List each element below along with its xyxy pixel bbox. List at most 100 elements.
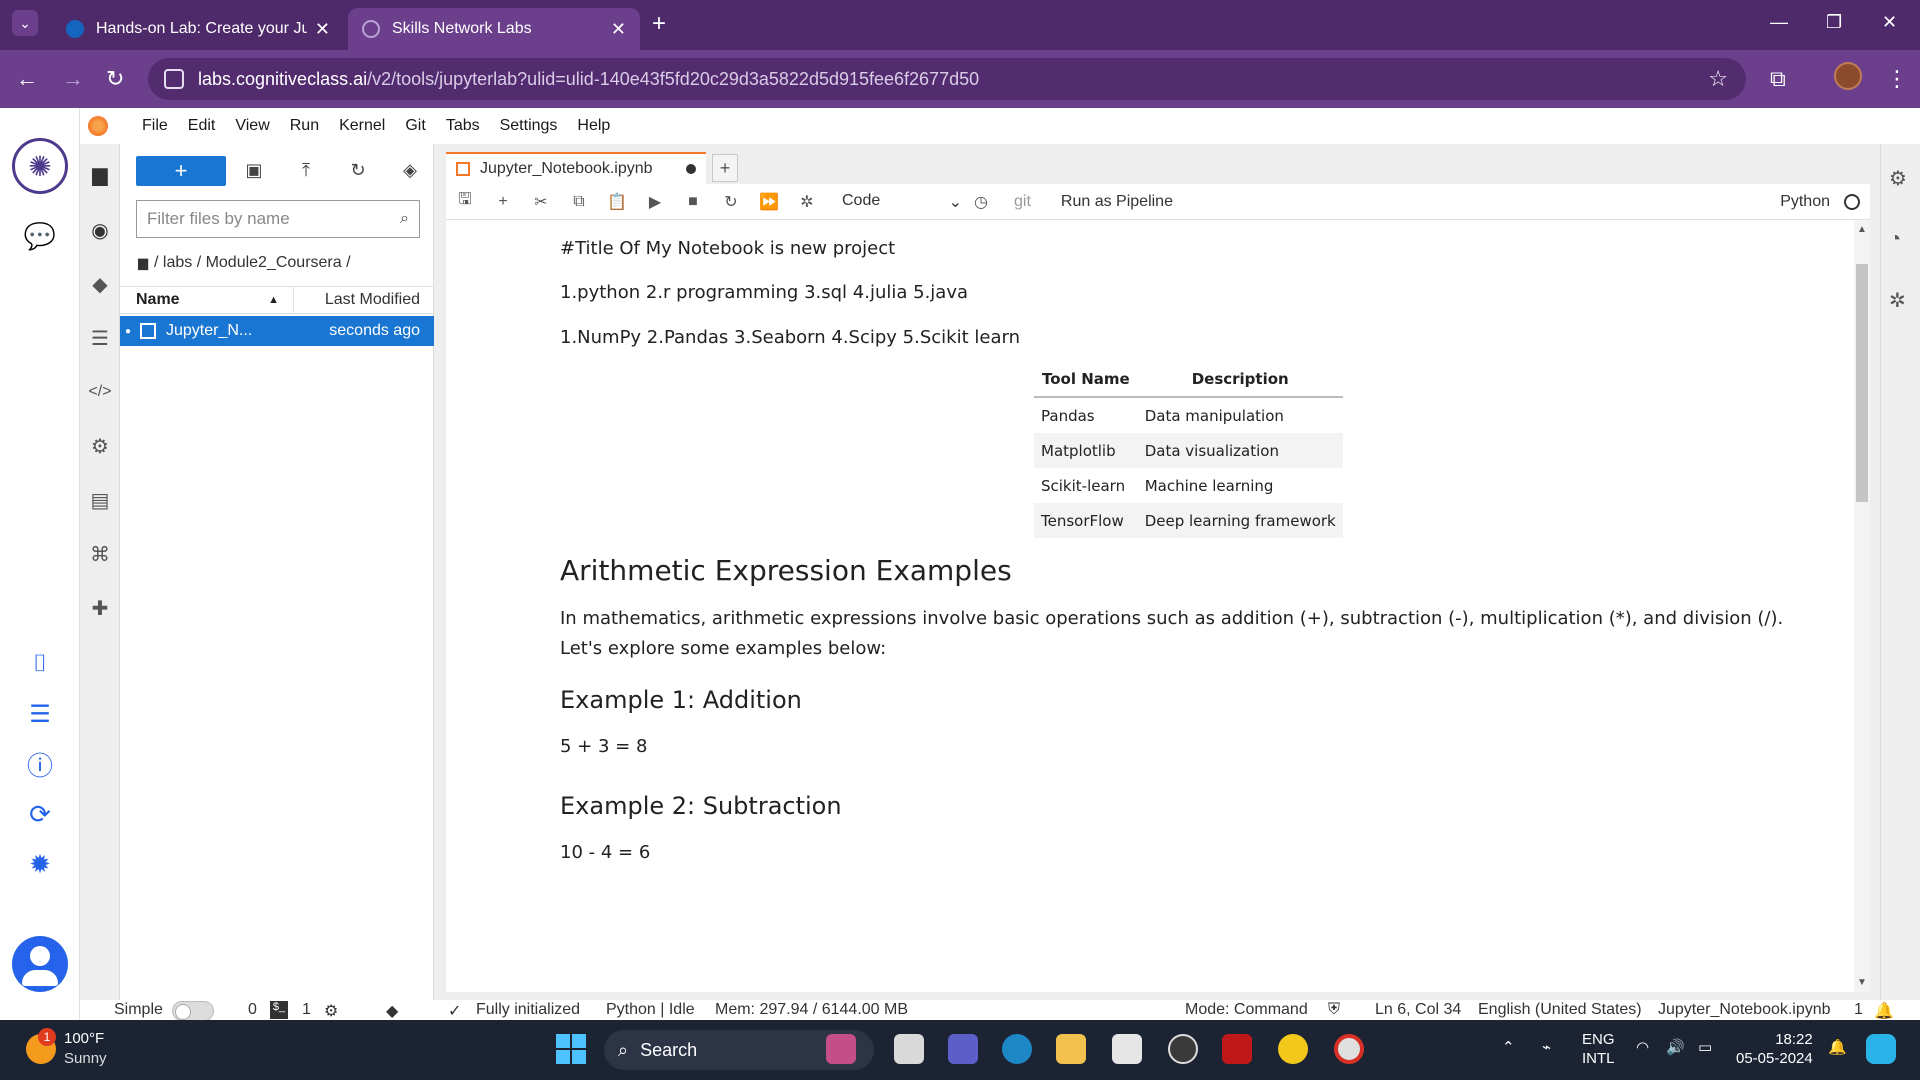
site-info-icon[interactable] [164,69,184,89]
trust-shield-icon[interactable]: ⛨ [1328,1001,1340,1019]
inbox-icon[interactable]: ⌷ [20,644,60,684]
folder-icon[interactable]: ▆ [138,255,148,271]
chrome-icon[interactable] [1334,1034,1364,1064]
menu-tabs[interactable]: Tabs [436,117,490,135]
weather-temperature[interactable]: 100°F [64,1030,104,1047]
file-explorer-icon[interactable] [1056,1034,1086,1064]
reload-icon[interactable]: ↻ [106,66,124,92]
back-icon[interactable]: ← [16,66,38,92]
simple-mode-toggle[interactable] [172,1001,214,1021]
scroll-up-icon[interactable]: ▲ [1857,224,1867,235]
clock[interactable]: 18:22 05-05-2024 [1736,1030,1813,1068]
browser-tab-hands-on-lab[interactable]: Hands-on Lab: Create your Jupy ✕ [52,8,344,50]
volume-icon[interactable]: 🔊 [1666,1038,1685,1057]
browser-tab-skills-network[interactable]: Skills Network Labs ✕ [348,8,640,50]
kernels-count[interactable]: 1 [302,1001,311,1019]
menu-help[interactable]: Help [567,117,620,135]
folder-icon[interactable]: ▆ [80,154,120,194]
menu-file[interactable]: File [132,117,178,135]
cell-type-select[interactable]: Code ⌄ [842,192,962,212]
close-tab-icon[interactable]: ✕ [315,19,330,40]
battery-icon[interactable]: ▭ [1698,1038,1712,1057]
fast-forward-icon[interactable]: ⏩ [750,192,788,212]
stop-icon[interactable]: ■ [674,193,712,211]
components-icon[interactable]: ⌘ [80,534,120,574]
task-view-icon[interactable] [894,1034,924,1064]
close-tab-icon[interactable]: ✕ [611,19,626,40]
tray-overflow-chevron-icon[interactable]: ⌃ [1502,1038,1515,1057]
close-window-icon[interactable]: ✕ [1882,12,1897,33]
minimize-icon[interactable]: — [1770,12,1788,33]
restore-icon[interactable]: ❐ [1826,12,1842,33]
chat-assistant-icon[interactable]: 💬 [20,216,60,256]
resource-gauge-icon[interactable]: ◔ [1889,228,1901,251]
terminals-count[interactable]: 0 [248,1001,257,1019]
sort-by-modified[interactable]: Last Modified [294,287,434,313]
mcafee-icon[interactable] [1222,1034,1252,1064]
scrollbar-thumb[interactable] [1856,264,1868,502]
user-avatar-icon[interactable] [12,936,68,992]
new-folder-icon[interactable]: ▣ [242,158,266,182]
menu-view[interactable]: View [225,117,279,135]
upload-icon[interactable]: ⤒ [294,158,318,182]
tips-icon[interactable] [1278,1034,1308,1064]
property-settings-icon[interactable]: ⚙ [1889,166,1907,191]
wifi-icon[interactable]: ◠ [1636,1038,1649,1057]
running-kernels-icon[interactable]: ◉ [80,210,120,250]
menu-kernel[interactable]: Kernel [329,117,395,135]
debugger-icon[interactable]: ✲ [788,192,826,212]
notebook-scrollbar[interactable]: ▲ ▼ [1854,220,1870,992]
menu-run[interactable]: Run [280,117,329,135]
notification-count[interactable]: 1 [1854,1001,1863,1019]
git-status-icon[interactable]: ◆ [386,1001,398,1021]
browser-menu-icon[interactable]: ⋮ [1886,66,1908,92]
paste-icon[interactable]: 📋 [598,192,636,212]
dell-icon[interactable] [1168,1034,1198,1064]
code-snippets-icon[interactable]: </> [80,372,120,412]
cut-icon[interactable]: ✂ [522,192,560,212]
sort-by-name[interactable]: Name ▲ [120,287,294,313]
copilot-icon[interactable] [1866,1034,1896,1064]
extensions-puzzle-icon[interactable]: ✚ [80,588,120,628]
git-icon[interactable]: ◆ [80,264,120,304]
weather-description[interactable]: Sunny [64,1050,107,1067]
bell-icon[interactable]: 🔔 [1874,1001,1894,1021]
bookmark-star-icon[interactable]: ☆ [1708,66,1728,92]
restart-icon[interactable]: ↻ [712,192,750,212]
scroll-down-icon[interactable]: ▼ [1857,977,1867,988]
unsaved-dot-icon[interactable] [686,164,696,174]
help-icon[interactable]: ⓘ [20,744,60,784]
save-icon[interactable]: 🖫 [446,188,484,215]
file-filter-input[interactable] [147,209,401,229]
new-tab-icon[interactable]: + [652,10,666,38]
theme-toggle-icon[interactable]: ✹ [20,844,60,884]
clock-icon[interactable]: ◷ [962,192,1000,212]
lsp-status[interactable]: Fully initialized [476,1001,580,1019]
tray-app-icon[interactable]: ⌁ [1542,1038,1551,1057]
edge-icon[interactable] [1002,1034,1032,1064]
file-filter-field[interactable]: ⌕ [136,200,420,238]
spellcheck-language[interactable]: English (United States) [1478,1001,1642,1019]
notebook-tab[interactable]: Jupyter_Notebook.ipynb [446,152,706,184]
pipelines-icon[interactable]: ▤ [80,480,120,520]
run-icon[interactable]: ▶ [636,192,674,212]
windows-start-icon[interactable] [556,1034,586,1064]
menu-git[interactable]: Git [395,117,435,135]
insert-cell-icon[interactable]: + [484,193,522,211]
address-bar[interactable]: labs.cognitiveclass.ai/v2/tools/jupyterl… [148,58,1746,100]
instructions-icon[interactable]: ☰ [20,694,60,734]
microsoft-store-icon[interactable] [1112,1034,1142,1064]
notebook-panel[interactable]: #Title Of My Notebook is new project 1.p… [446,220,1870,992]
git-diff-button[interactable]: git [1014,193,1031,211]
teams-icon[interactable] [948,1034,978,1064]
kernel-status[interactable]: Python | Idle [606,1001,695,1019]
refresh-icon[interactable]: ↻ [346,158,370,182]
cursor-position[interactable]: Ln 6, Col 34 [1375,1001,1461,1019]
tab-search-chevron-icon[interactable]: ⌄ [12,10,38,36]
property-inspector-icon[interactable]: ⚙ [80,426,120,466]
table-of-contents-icon[interactable]: ☰ [80,318,120,358]
kernel-name[interactable]: Python [1780,193,1830,211]
copy-icon[interactable]: ⧉ [560,193,598,211]
debugger-bug-icon[interactable]: ✲ [1889,288,1906,313]
input-language[interactable]: ENG INTL [1582,1030,1615,1068]
